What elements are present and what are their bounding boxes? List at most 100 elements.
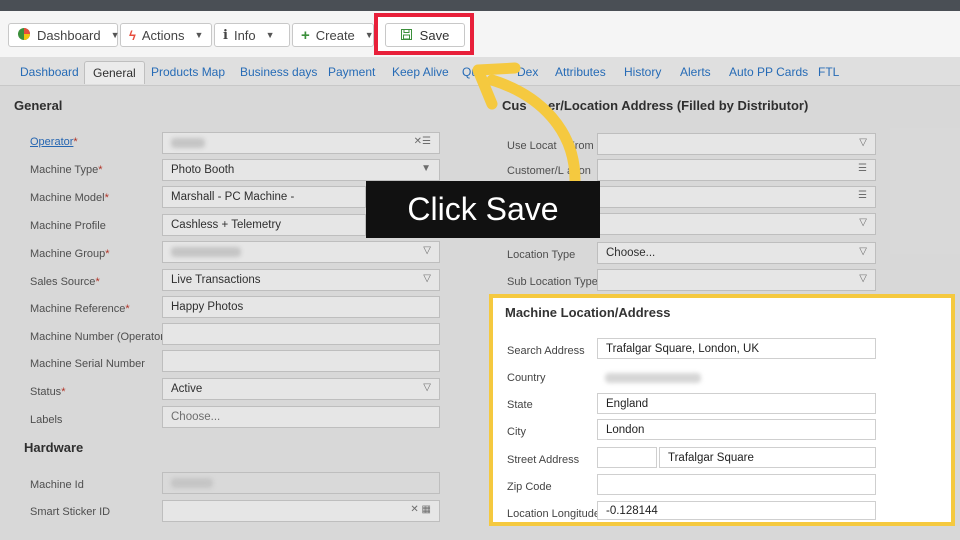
- tab-bar: Dashboard General Products Map Business …: [0, 57, 960, 86]
- use-location-from-label-start: Use Locat: [507, 140, 557, 152]
- tab-business-days[interactable]: Business days: [240, 65, 317, 79]
- floppy-disk-icon: [400, 28, 412, 43]
- location-longitude-label: Location Longitude: [507, 508, 600, 520]
- use-location-from-select[interactable]: ▽: [597, 133, 876, 155]
- machine-type-value: Photo Booth: [171, 164, 235, 176]
- tab-alerts[interactable]: Alerts: [680, 65, 711, 79]
- street-address-label: Street Address: [507, 454, 580, 466]
- tab-keep-alive[interactable]: Keep Alive: [392, 65, 449, 79]
- chevron-down-icon: ▼: [194, 30, 204, 40]
- info-icon: i: [223, 27, 228, 43]
- chevron-down-icon: ▽: [423, 273, 431, 284]
- machine-serial-label: Machine Serial Number: [30, 358, 145, 370]
- dashboard-dropdown-button[interactable]: Dashboard ▼: [8, 23, 120, 47]
- tab-ftl[interactable]: FTL: [818, 65, 839, 79]
- machine-profile-value: Cashless + Telemetry: [171, 219, 282, 231]
- chevron-down-icon: ▼: [265, 30, 275, 40]
- create-button-label: Create: [315, 27, 355, 43]
- chevron-down-icon: ▽: [859, 273, 867, 284]
- customer-extra-dropdown[interactable]: ▽: [597, 213, 876, 235]
- location-type-label: Location Type: [507, 249, 576, 261]
- search-address-value: Trafalgar Square, London, UK: [606, 342, 759, 355]
- list-icon[interactable]: ☰: [858, 163, 867, 174]
- city-input[interactable]: London: [597, 419, 876, 440]
- status-select[interactable]: Active ▽: [162, 378, 440, 400]
- machine-type-select[interactable]: Photo Booth ▼: [162, 159, 440, 181]
- tab-products-map[interactable]: Products Map: [151, 65, 225, 79]
- status-value: Active: [171, 383, 203, 395]
- customer-location-select[interactable]: ☰: [597, 159, 876, 181]
- top-header-bar: [0, 0, 960, 11]
- machine-reference-input[interactable]: Happy Photos: [162, 296, 440, 318]
- machine-reference-label: Machine Reference*: [30, 303, 130, 315]
- use-location-from-label-end: From: [568, 140, 594, 152]
- tab-dashboard[interactable]: Dashboard: [20, 65, 79, 79]
- tab-history[interactable]: History: [624, 65, 661, 79]
- smart-sticker-input[interactable]: ✕ ▦: [162, 500, 440, 522]
- sales-source-value: Live Transactions: [171, 274, 261, 286]
- customer-extra-select[interactable]: ☰: [597, 186, 876, 208]
- sales-source-label: Sales Source*: [30, 276, 100, 288]
- clear-qr-icon[interactable]: ✕ ▦: [410, 504, 431, 515]
- click-save-callout: Click Save: [366, 181, 600, 238]
- machine-model-select[interactable]: Marshall - PC Machine -: [162, 186, 366, 208]
- labels-label: Labels: [30, 414, 63, 426]
- operator-label[interactable]: Operator*: [30, 136, 78, 148]
- machine-group-select[interactable]: ▽: [162, 241, 440, 263]
- sub-location-type-label: Sub Location Type: [507, 276, 598, 288]
- search-address-input[interactable]: Trafalgar Square, London, UK: [597, 338, 876, 359]
- save-button[interactable]: Save: [385, 23, 465, 47]
- save-button-label: Save: [419, 27, 450, 43]
- machine-profile-label: Machine Profile: [30, 220, 106, 232]
- chevron-down-icon: ▼: [364, 30, 374, 40]
- machine-profile-select[interactable]: Cashless + Telemetry: [162, 214, 366, 236]
- chevron-down-icon: ▽: [423, 245, 431, 256]
- customer-section-title-end: er/Location Address (Filled by Distribut…: [548, 98, 809, 113]
- street-number-input[interactable]: [597, 447, 657, 468]
- tab-attributes[interactable]: Attributes: [555, 65, 606, 79]
- clear-list-icon[interactable]: ✕☰: [414, 136, 431, 147]
- chevron-down-icon: ▼: [110, 30, 120, 40]
- list-icon[interactable]: ☰: [858, 190, 867, 201]
- sub-location-type-select[interactable]: ▽: [597, 269, 876, 291]
- machine-number-input[interactable]: [162, 323, 440, 345]
- labels-placeholder: Choose...: [171, 411, 221, 423]
- tab-auto-pp-cards[interactable]: Auto PP Cards: [729, 65, 808, 79]
- tab-dex[interactable]: Dex: [517, 65, 538, 79]
- country-select[interactable]: [599, 368, 876, 388]
- tab-payment[interactable]: Payment: [328, 65, 375, 79]
- customer-section-title-start: Cus: [502, 98, 527, 113]
- street-name-input[interactable]: Trafalgar Square: [659, 447, 876, 468]
- operator-field[interactable]: ✕☰: [162, 132, 440, 154]
- machine-id-field: [162, 472, 440, 494]
- machine-model-label: Machine Model*: [30, 192, 109, 204]
- machine-serial-input[interactable]: [162, 350, 440, 372]
- machine-id-label: Machine Id: [30, 479, 84, 491]
- state-input[interactable]: England: [597, 393, 876, 414]
- plus-icon: +: [301, 26, 310, 44]
- machine-number-label: Machine Number (Operator): [30, 331, 168, 343]
- machine-model-value: Marshall - PC Machine -: [171, 191, 295, 203]
- city-label: City: [507, 426, 526, 438]
- chevron-down-icon: ▽: [859, 217, 867, 228]
- sales-source-select[interactable]: Live Transactions ▽: [162, 269, 440, 291]
- location-longitude-input[interactable]: -0.128144: [597, 501, 876, 520]
- location-type-select[interactable]: Choose... ▽: [597, 242, 876, 264]
- tab-qu[interactable]: Qu: [462, 65, 478, 79]
- zip-code-input[interactable]: [597, 474, 876, 495]
- actions-dropdown-button[interactable]: ϟ Actions ▼: [120, 23, 212, 47]
- operator-value-redacted: [171, 138, 205, 148]
- location-longitude-value: -0.128144: [606, 504, 658, 517]
- actions-button-label: Actions: [141, 27, 185, 43]
- smart-sticker-label: Smart Sticker ID: [30, 506, 111, 518]
- tab-general[interactable]: General: [84, 61, 145, 84]
- country-value-redacted: [605, 373, 701, 383]
- city-value: London: [606, 423, 645, 436]
- status-label: Status*: [30, 386, 66, 398]
- labels-select[interactable]: Choose...: [162, 406, 440, 428]
- machine-location-panel: Machine Location/Address Search Address …: [489, 294, 955, 526]
- create-dropdown-button[interactable]: + Create ▼: [292, 23, 374, 47]
- general-section-title: General: [14, 98, 63, 113]
- chevron-down-icon: ▼: [421, 163, 431, 174]
- info-dropdown-button[interactable]: i Info ▼: [214, 23, 290, 47]
